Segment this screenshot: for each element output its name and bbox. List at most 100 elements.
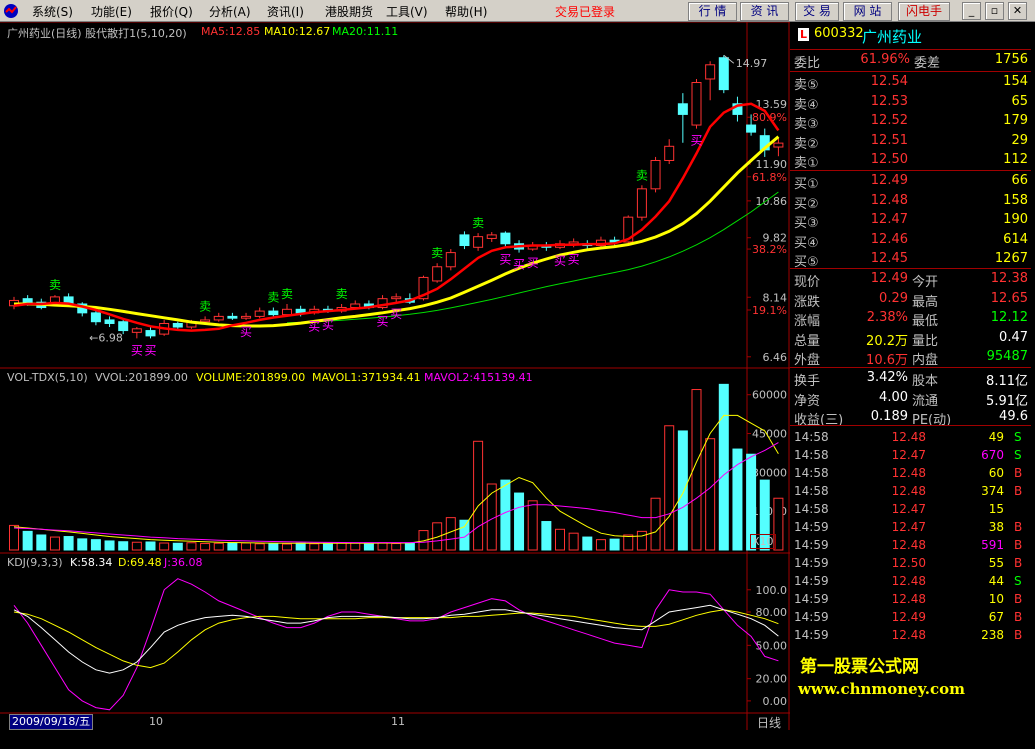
tick-time: 14:59 [794, 520, 829, 534]
volume-bar [104, 540, 115, 551]
watermark-url[interactable]: www.chnmoney.com [798, 680, 965, 698]
menu-tools[interactable]: 工具(V) [386, 3, 428, 20]
close-icon[interactable]: ✕ [1008, 2, 1027, 20]
stat-label: 涨幅 [794, 314, 821, 329]
tick-time: 14:59 [794, 574, 829, 588]
period-label[interactable]: 日线 [757, 714, 781, 731]
low-price-label: ←6.98 [89, 331, 123, 344]
stat-value: 2.38% [866, 310, 908, 325]
ask-level-label: 卖④ [794, 97, 819, 113]
menu-function[interactable]: 功能(E) [91, 3, 132, 20]
tick-volume: 10 [988, 592, 1004, 606]
bid-price: 12.49 [870, 173, 908, 188]
toolbar-trade-button[interactable]: 交 易 [795, 2, 839, 21]
candle-body [350, 303, 361, 309]
buy-signal: 买 [240, 325, 252, 339]
tick-price: 12.47 [891, 520, 926, 534]
minimize-icon[interactable]: _ [962, 2, 981, 20]
volume-bar [268, 543, 279, 551]
info-label: 净资 [794, 393, 821, 409]
tick-volume: 60 [988, 466, 1004, 480]
candle-body [391, 296, 402, 300]
stat-row: 现价 12.49 今开 12.38 [790, 271, 1031, 290]
stat-row: 总量 20.2万 量比 0.47 [790, 330, 1031, 349]
cursor-date: 2009/09/18/五 [9, 714, 94, 730]
ask-row: 卖④ 12.53 65 [790, 93, 1031, 113]
tick-volume: 67 [988, 610, 1004, 624]
volume-bar [404, 542, 415, 551]
info-value: 0.189 [870, 409, 908, 424]
tick-row: 14:59 12.48 10 B [790, 592, 1031, 610]
tick-row: 14:58 12.48 374 B [790, 484, 1031, 502]
tick-volume: 38 [988, 520, 1004, 534]
tick-price: 12.48 [891, 430, 926, 444]
ma5-readout: MA5:12.85 [201, 25, 261, 38]
buy-signal: 买 [690, 134, 702, 148]
candle-body [773, 142, 784, 148]
info-value: 49.6 [999, 409, 1028, 424]
volume-bar [677, 430, 688, 551]
stat-value: 20.2万 [866, 333, 908, 349]
stat-label: 外盘 [794, 353, 821, 368]
bid-volume: 614 [1003, 231, 1028, 247]
toolbar-website-button[interactable]: 网 站 [843, 2, 892, 21]
watermark: 第一股票公式网 www.chnmoney.com [790, 640, 1035, 710]
bid-level-label: 买④ [794, 235, 819, 251]
tick-volume: 591 [981, 538, 1004, 552]
vol-panel-title: VOL-TDX(5,10) [7, 371, 88, 384]
volume-bar [77, 538, 88, 551]
ask-volume: 179 [1003, 113, 1028, 128]
info-row: 换手 3.42% 股本 8.11亿 [790, 370, 1031, 389]
ask-price: 12.51 [870, 132, 908, 148]
volume-bar [254, 543, 265, 551]
bid-row: 买⑤ 12.45 1267 [790, 251, 1031, 270]
volume-bar [514, 492, 525, 551]
volume-bar [145, 541, 156, 551]
volume-bar [623, 534, 634, 551]
tick-time: 14:58 [794, 448, 829, 462]
tick-time: 14:59 [794, 556, 829, 570]
tick-row: 14:58 12.47 670 S [790, 448, 1031, 466]
buy-signal: 买 [377, 314, 389, 328]
sell-signal: 卖 [267, 291, 279, 305]
tick-time: 14:59 [794, 610, 829, 624]
volume-bar [309, 543, 320, 551]
menu-help[interactable]: 帮助(H) [445, 3, 487, 20]
volume-bar [200, 543, 211, 551]
candle-body [172, 322, 183, 328]
menu-analysis[interactable]: 分析(A) [209, 3, 251, 20]
vol-axis-label: 30000 [752, 466, 787, 479]
buy-signal: 买 [144, 343, 156, 357]
restore-icon[interactable]: ▫ [985, 2, 1004, 20]
x-tick-11: 11 [391, 715, 405, 728]
buy-signal: 买 [308, 320, 320, 334]
quote-header: L 600332 广州药业 [790, 26, 1031, 46]
menu-hk-futures[interactable]: 港股期货 [325, 3, 373, 20]
tick-row: 14:58 12.48 49 S [790, 430, 1031, 448]
menu-system[interactable]: 系统(S) [32, 3, 73, 20]
price-axis-label: 8.14 [763, 291, 788, 304]
stat-row: 涨幅 2.38% 最低 12.12 [790, 310, 1031, 329]
price-axis-label: 19.1% [752, 304, 787, 317]
menu-news[interactable]: 资讯(I) [267, 3, 304, 20]
kdj-panel-title: KDJ(9,3,3) [7, 556, 63, 569]
ask-row: 卖① 12.50 112 [790, 152, 1031, 171]
toolbar-news-button[interactable]: 资 讯 [740, 2, 789, 21]
app-logo-icon [4, 4, 18, 18]
volume-bar [186, 542, 197, 551]
bid-level-label: 买① [794, 177, 819, 192]
quote-separator [790, 425, 1031, 426]
tick-side: B [1014, 484, 1023, 498]
stat-value: 95487 [986, 349, 1028, 364]
toolbar-flash-trade-button[interactable]: 闪电手 [898, 2, 950, 21]
info-value: 4.00 [879, 389, 908, 405]
ask-volume: 65 [1011, 93, 1028, 109]
ask-row: 卖③ 12.52 179 [790, 113, 1031, 132]
price-axis-label: 61.8% [752, 171, 787, 184]
tick-side: B [1014, 556, 1023, 570]
toolbar-quote-button[interactable]: 行 情 [688, 2, 737, 21]
quote-separator [790, 49, 1031, 50]
kdj-axis-label: 100.0 [756, 584, 788, 597]
ask-price: 12.54 [870, 74, 908, 89]
menu-quote[interactable]: 报价(Q) [150, 3, 193, 20]
